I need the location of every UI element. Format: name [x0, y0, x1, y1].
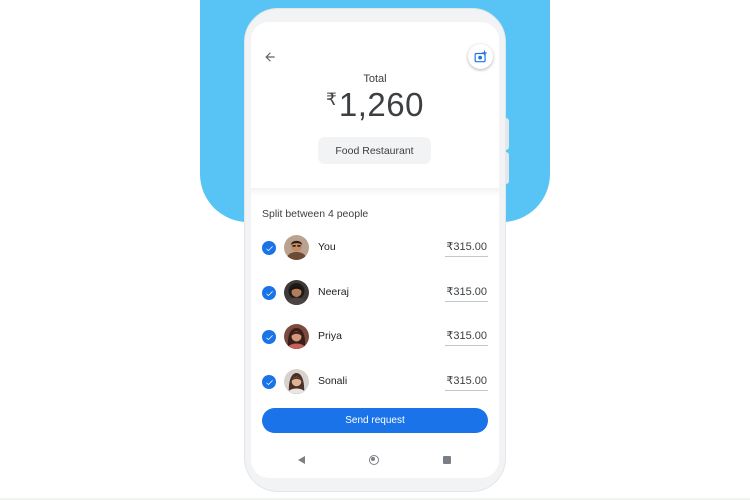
phone-power-button	[505, 152, 509, 184]
total-amount: ₹1,260	[251, 86, 499, 124]
split-heading: Split between 4 people	[262, 208, 369, 220]
arrow-back-icon	[265, 52, 275, 62]
circle-home-icon[interactable]	[369, 455, 379, 465]
person-name: You	[318, 241, 336, 253]
triangle-back-icon[interactable]	[298, 456, 305, 464]
phone-screen: Total ₹1,260 Food Restaurant Split betwe…	[251, 22, 499, 478]
add-photo-button[interactable]	[468, 44, 493, 69]
avatar	[284, 369, 309, 394]
split-row-priya: Priya ₹315.00	[251, 320, 499, 354]
split-row-sonali: Sonali ₹315.00	[251, 365, 499, 399]
add-photo-icon	[474, 50, 487, 62]
total-amount-value: 1,260	[338, 86, 424, 123]
avatar	[284, 324, 309, 349]
android-nav-bar	[251, 448, 499, 474]
amount-input[interactable]: ₹315.00	[445, 239, 488, 257]
amount-input[interactable]: ₹315.00	[445, 328, 488, 346]
square-recent-icon[interactable]	[443, 456, 451, 464]
header-shadow	[251, 188, 499, 196]
check-circle-icon[interactable]	[262, 330, 276, 344]
avatar	[284, 280, 309, 305]
currency-symbol: ₹	[326, 90, 337, 109]
phone-volume-button	[505, 118, 509, 150]
amount-input[interactable]: ₹315.00	[445, 284, 488, 302]
check-circle-icon[interactable]	[262, 286, 276, 300]
check-circle-icon[interactable]	[262, 375, 276, 389]
person-name: Priya	[318, 330, 342, 342]
split-row-you: You ₹315.00	[251, 231, 499, 265]
avatar	[284, 235, 309, 260]
person-name: Sonali	[318, 375, 348, 387]
total-label: Total	[363, 73, 387, 85]
total-header: Total ₹1,260 Food Restaurant	[251, 22, 499, 190]
amount-input[interactable]: ₹315.00	[445, 373, 488, 391]
split-row-neeraj: Neeraj ₹315.00	[251, 276, 499, 310]
person-name: Neeraj	[318, 286, 349, 298]
category-chip[interactable]: Food Restaurant	[318, 137, 431, 164]
check-circle-icon[interactable]	[262, 241, 276, 255]
back-button[interactable]	[257, 44, 283, 70]
send-request-button[interactable]: Send request	[262, 408, 488, 433]
